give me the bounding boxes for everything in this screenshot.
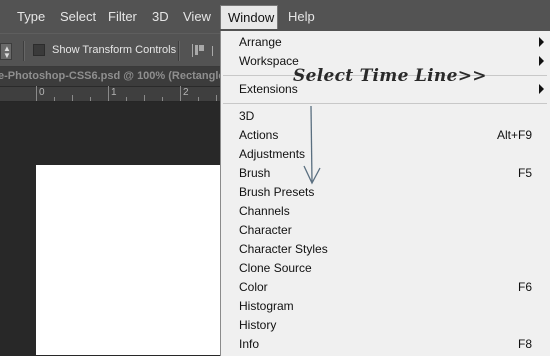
tool-preset-dropdown[interactable]: ▲ ▼	[0, 43, 12, 60]
menu-bar: Type Select Filter 3D View Window Help	[0, 0, 550, 33]
ruler-tick	[198, 97, 199, 101]
menu-item-brush-presets[interactable]: Brush Presets	[239, 183, 544, 202]
ruler-tick	[54, 97, 55, 101]
align-icon-partial[interactable]	[212, 46, 219, 56]
show-transform-controls-label: Show Transform Controls	[52, 44, 177, 56]
ruler-tick	[72, 95, 73, 101]
menu-item-label: Extensions	[239, 82, 298, 96]
ruler-tick	[144, 95, 145, 101]
submenu-arrow-icon	[539, 37, 544, 47]
ruler-major-tick	[108, 86, 109, 101]
menu-window[interactable]: Window	[220, 5, 278, 29]
menu-item-label: Clone Source	[239, 261, 312, 275]
menu-filter[interactable]: Filter	[101, 5, 144, 29]
menu-item-character[interactable]: Character	[239, 221, 544, 240]
menu-item-clone-source[interactable]: Clone Source	[239, 259, 544, 278]
menu-item-shortcut: F8	[517, 337, 532, 351]
divider	[178, 41, 180, 61]
show-transform-controls-checkbox[interactable]	[33, 44, 45, 56]
menu-item-label: Histogram	[239, 299, 294, 313]
menu-item-shortcut: F6	[517, 280, 532, 294]
ruler-tick	[162, 97, 163, 101]
menu-item-shortcut: F5	[517, 166, 532, 180]
submenu-arrow-icon	[539, 84, 544, 94]
divider	[23, 41, 25, 61]
menu-item-label: Brush	[239, 166, 271, 180]
menu-item-color[interactable]: Color F6	[239, 278, 544, 297]
menu-item-label: Workspace	[239, 54, 299, 68]
menu-item-info[interactable]: Info F8	[239, 335, 544, 354]
menu-item-label: Character	[239, 223, 292, 237]
ruler-label: 0	[39, 87, 45, 98]
menu-item-label: 3D	[239, 109, 255, 123]
menu-item-history[interactable]: History	[239, 316, 544, 335]
updown-icon: ▲ ▼	[3, 44, 11, 60]
menu-type[interactable]: Type	[10, 5, 52, 29]
menu-item-channels[interactable]: Channels	[239, 202, 544, 221]
menu-item-actions[interactable]: Actions Alt+F9	[239, 126, 544, 145]
menu-item-label: History	[239, 318, 277, 332]
menu-item-label: Character Styles	[239, 242, 328, 256]
menu-item-label: Arrange	[239, 35, 282, 49]
ruler-tick	[126, 97, 127, 101]
submenu-arrow-icon	[539, 56, 544, 66]
menu-item-label: Color	[239, 280, 268, 294]
menu-item-histogram[interactable]: Histogram	[239, 297, 544, 316]
menu-item-3d[interactable]: 3D	[239, 107, 544, 126]
menu-separator	[223, 103, 547, 104]
document-title: e-Photoshop-CSS6.psd @ 100% (Rectangle	[0, 70, 225, 82]
document-canvas[interactable]	[36, 165, 236, 355]
ruler-tick	[216, 95, 217, 101]
align-top-edges-icon[interactable]	[192, 44, 206, 57]
ruler-label: 2	[183, 87, 189, 98]
menu-item-arrange[interactable]: Arrange	[239, 33, 544, 52]
menu-item-shortcut: Alt+F9	[496, 128, 532, 142]
menu-item-label: Channels	[239, 204, 290, 218]
ruler-tick	[90, 97, 91, 101]
ruler-major-tick	[36, 86, 37, 101]
menu-item-label: Actions	[239, 128, 279, 142]
menu-item-adjustments[interactable]: Adjustments	[239, 145, 544, 164]
menu-3d[interactable]: 3D	[145, 5, 176, 29]
menu-item-label: Adjustments	[239, 147, 306, 161]
menu-view[interactable]: View	[176, 5, 218, 29]
menu-item-character-styles[interactable]: Character Styles	[239, 240, 544, 259]
menu-item-label: Info	[239, 337, 260, 351]
menu-select[interactable]: Select	[53, 5, 103, 29]
ruler-major-tick	[180, 86, 181, 101]
tutorial-annotation: Select Time Line>>	[293, 66, 487, 86]
menu-help[interactable]: Help	[281, 5, 322, 29]
menu-item-brush[interactable]: Brush F5	[239, 164, 544, 183]
ruler-label: 1	[111, 87, 117, 98]
down-arrow-icon	[303, 105, 321, 185]
